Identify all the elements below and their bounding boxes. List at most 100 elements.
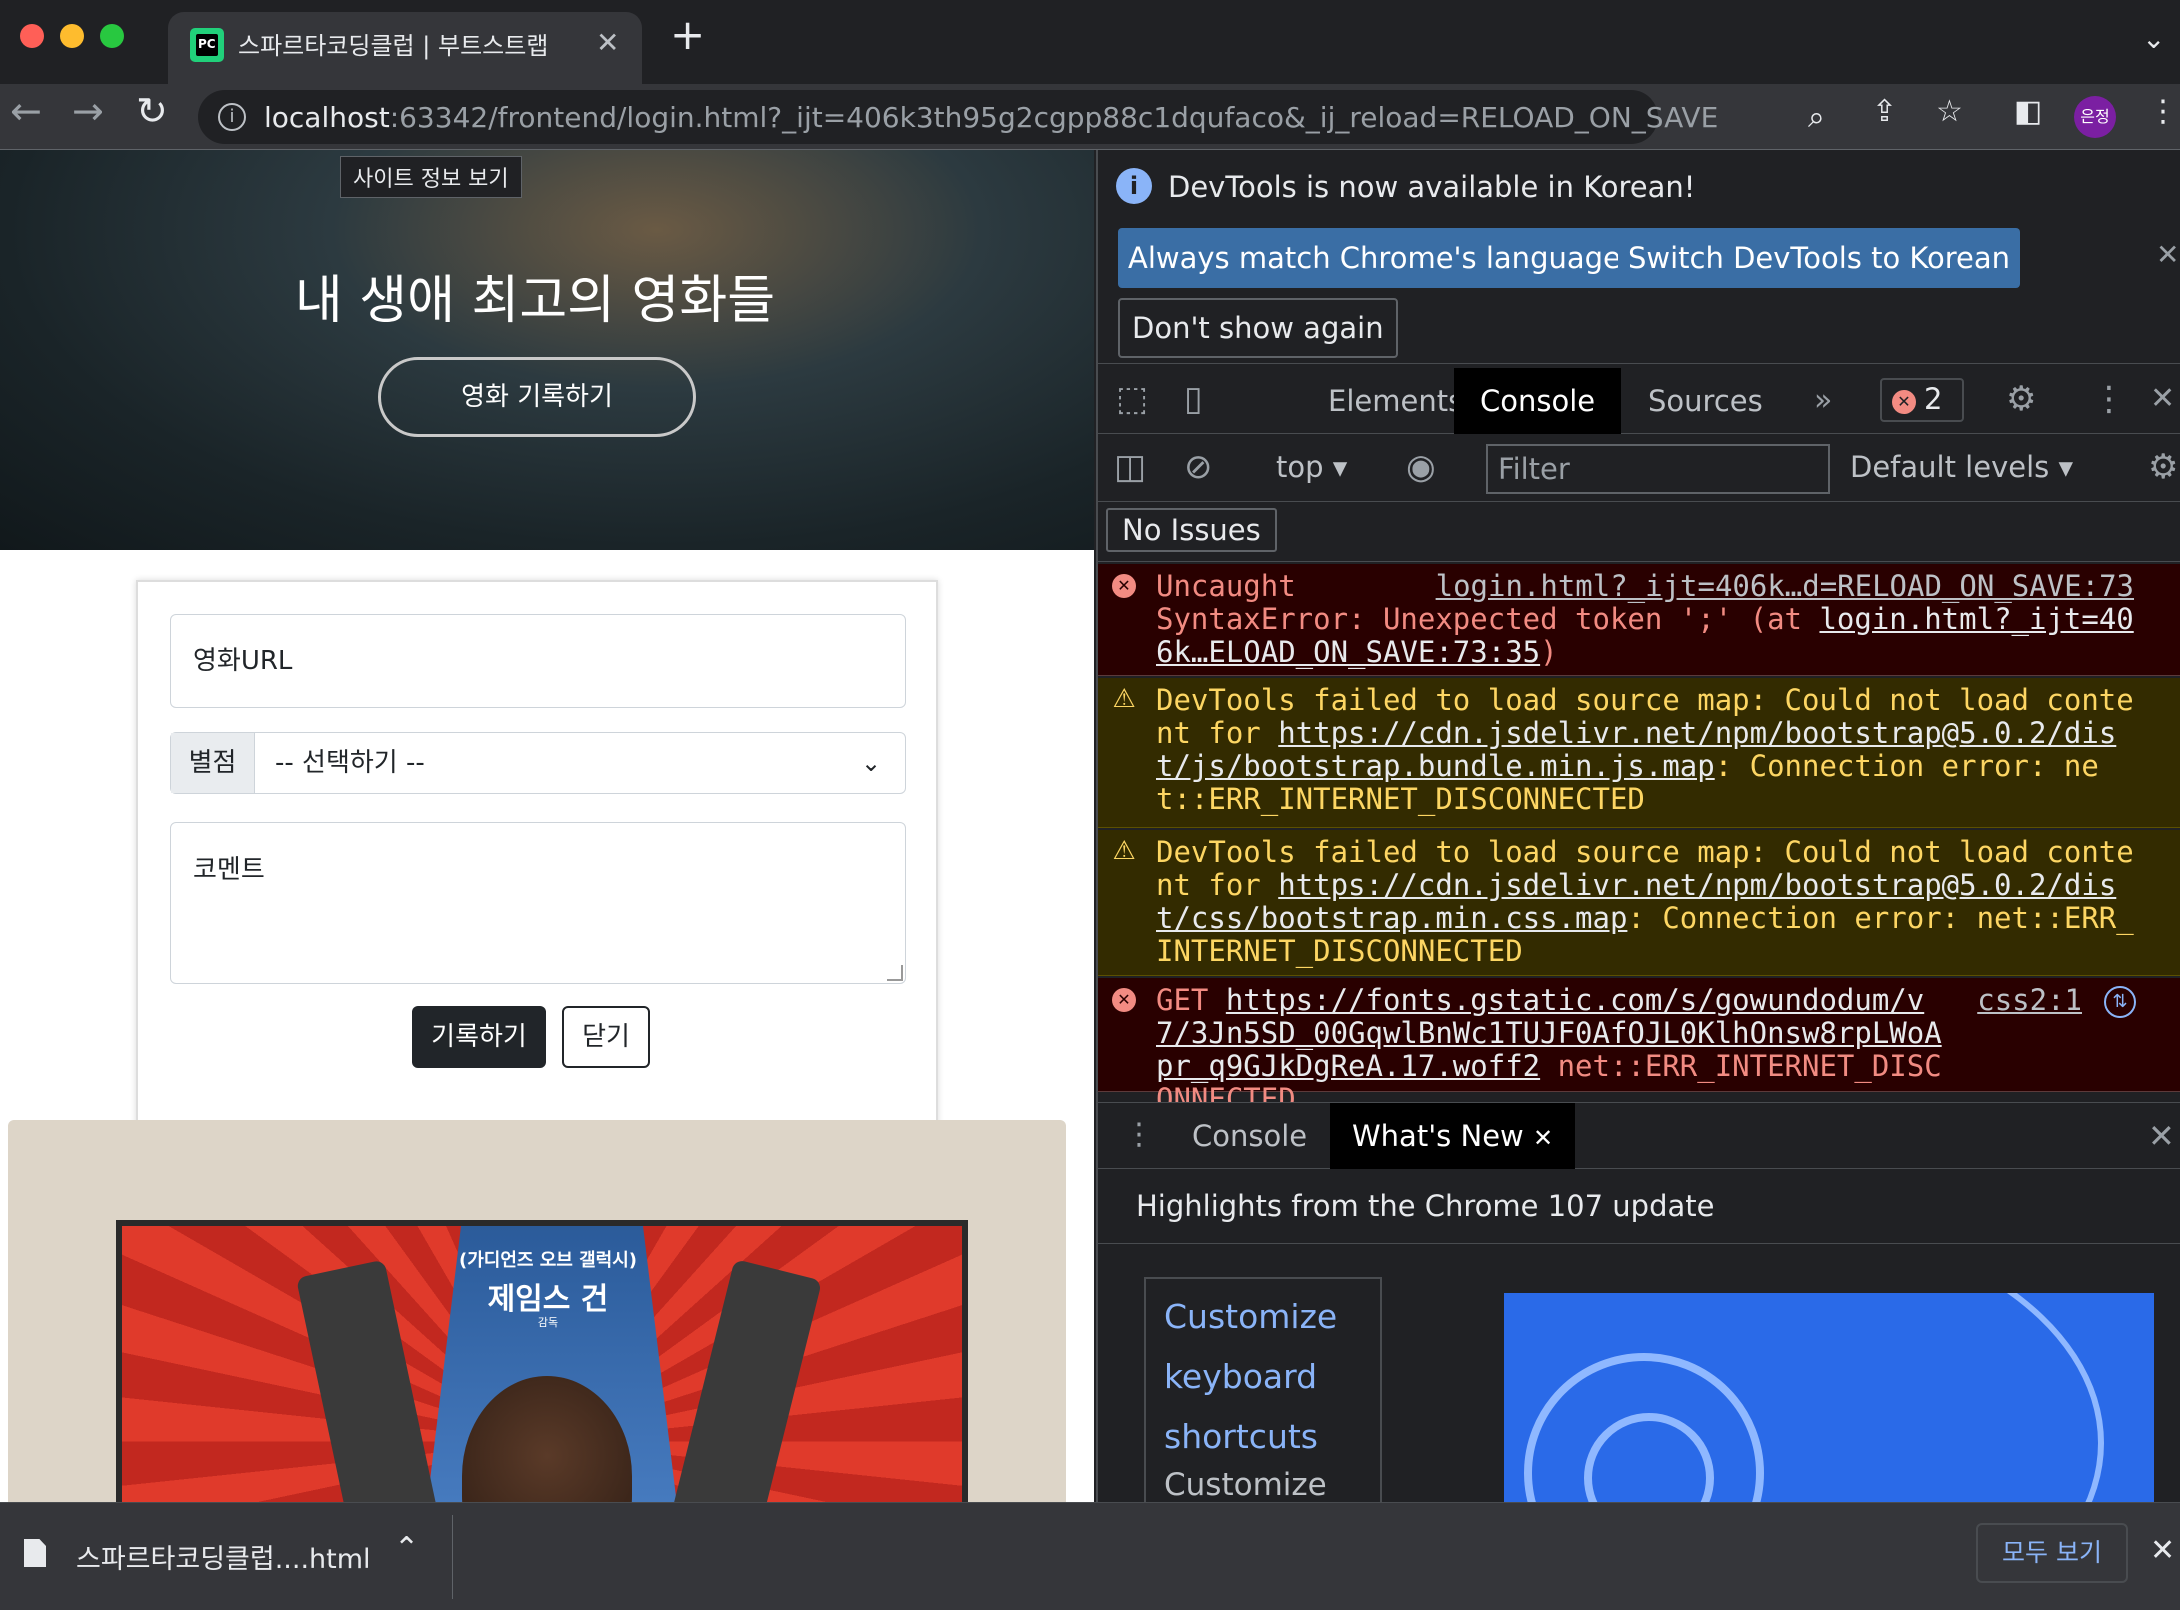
no-issues-button[interactable]: No Issues <box>1106 508 1277 552</box>
always-match-language-button[interactable]: Always match Chrome's language <box>1118 228 1631 288</box>
console-settings-gear-icon[interactable]: ⚙ <box>2148 450 2178 484</box>
movie-url-input[interactable]: 영화URL <box>170 614 906 708</box>
devtools-close-icon[interactable]: ✕ <box>2150 384 2175 414</box>
bookmark-star-icon[interactable]: ☆ <box>1936 94 1963 129</box>
context-label: top <box>1276 450 1324 484</box>
profile-avatar[interactable]: 은정 <box>2074 96 2116 138</box>
new-tab-button[interactable]: + <box>670 14 705 56</box>
whats-new-link[interactable]: keyboard <box>1164 1347 1362 1407</box>
page-viewport: 내 생애 최고의 영화들 영화 기록하기 영화URL 별점 -- 선택하기 --… <box>0 150 1094 1502</box>
dont-show-again-button[interactable]: Don't show again <box>1118 298 1398 358</box>
tab-search-chevron-icon[interactable]: ⌄ <box>2142 22 2165 55</box>
poster-artwork: (가디언즈 오브 갤럭시) 제임스 건 감독 <box>116 1220 968 1502</box>
whats-new-heading: Highlights from the Chrome 107 update <box>1136 1189 1715 1223</box>
drawer-menu-icon[interactable]: ⋮ <box>1124 1117 1154 1152</box>
url-host: localhost <box>264 101 390 134</box>
browser-tab-active[interactable]: PC 스파르타코딩클럽 | 부트스트랩 연습하기 ✕ <box>168 12 642 84</box>
device-toolbar-icon[interactable]: ▯ <box>1184 382 1203 416</box>
console-filter-input[interactable]: Filter <box>1486 444 1830 494</box>
download-shelf: 스파르타코딩클럽....html ⌃ 모두 보기 ✕ <box>0 1502 2180 1610</box>
clear-console-icon[interactable]: ⊘ <box>1184 450 1213 484</box>
download-file-name[interactable]: 스파르타코딩클럽....html <box>76 1537 371 1576</box>
console-message-error[interactable]: ✕ css2:1 ⇅ GET https://fonts.gstatic.com… <box>1098 978 2180 1116</box>
poster-subtitle: (가디언즈 오브 갤럭시) <box>458 1250 638 1271</box>
chrome-menu-icon[interactable]: ⋮ <box>2148 94 2178 129</box>
devtools-panel: i DevTools is now available in Korean! A… <box>1096 150 2180 1539</box>
tab-strip: PC 스파르타코딩클럽 | 부트스트랩 연습하기 ✕ + ⌄ <box>0 0 2180 84</box>
console-toolbar: ◫ ⊘ top ▾ ◉ Filter Default levels ▾ ⚙ <box>1098 436 2180 502</box>
whats-new-list: Customize keyboard shortcuts Customize k… <box>1144 1277 1382 1539</box>
chevron-up-icon[interactable]: ⌃ <box>394 1531 419 1566</box>
rating-select-group[interactable]: 별점 -- 선택하기 -- ⌄ <box>170 732 906 794</box>
comment-textarea[interactable]: 코멘트 <box>170 822 906 984</box>
message-text: GET https://fonts.gstatic.com/s/gowundod… <box>1156 984 1942 1116</box>
drawer-close-icon[interactable]: ✕ <box>2148 1117 2175 1155</box>
poster-title: 제임스 건 <box>487 1282 609 1317</box>
tab-console[interactable]: Console <box>1454 368 1622 434</box>
levels-label: Default levels <box>1850 450 2050 484</box>
live-expression-eye-icon[interactable]: ◉ <box>1406 450 1436 484</box>
console-message-error[interactable]: ✕ login.html?_ijt=406k…d=RELOAD_ON_SAVE:… <box>1098 564 2180 676</box>
hero-banner: 내 생애 최고의 영화들 영화 기록하기 <box>0 150 1094 550</box>
context-select[interactable]: top ▾ <box>1276 450 1347 484</box>
devtools-menu-icon[interactable]: ⋮ <box>2092 382 2126 416</box>
close-icon[interactable]: ✕ <box>1533 1124 1553 1152</box>
log-levels-select[interactable]: Default levels ▾ <box>1850 450 2073 484</box>
zoom-icon[interactable]: ⌕ <box>1808 100 1825 135</box>
tab-close-icon[interactable]: ✕ <box>596 26 619 59</box>
network-request-icon[interactable]: ⇅ <box>2104 986 2136 1018</box>
whats-new-link[interactable]: Customize <box>1164 1287 1362 1347</box>
window-close-button[interactable] <box>20 24 44 48</box>
info-icon: i <box>1116 168 1152 204</box>
switch-to-korean-button[interactable]: Switch DevTools to Korean <box>1618 228 2021 288</box>
resize-handle-icon[interactable] <box>887 965 903 981</box>
poster-credit: 감독 <box>537 1316 559 1329</box>
download-shelf-close-icon[interactable]: ✕ <box>2150 1533 2175 1568</box>
record-movie-button[interactable]: 영화 기록하기 <box>378 357 696 437</box>
whats-new-link[interactable]: shortcuts <box>1164 1407 1362 1467</box>
rating-label: 별점 <box>171 733 255 793</box>
error-icon: ✕ <box>1112 574 1136 598</box>
devtools-drawer: ⋮ Console What's New ✕ ✕ Highlights from… <box>1098 1102 2180 1539</box>
hero-title: 내 생애 최고의 영화들 <box>294 271 776 331</box>
rating-select[interactable]: -- 선택하기 -- <box>275 733 425 793</box>
window-minimize-button[interactable] <box>60 24 84 48</box>
language-infobar: i DevTools is now available in Korean! A… <box>1098 150 2180 364</box>
comment-placeholder: 코멘트 <box>193 855 265 885</box>
share-icon[interactable]: ⇪ <box>1872 94 1897 129</box>
more-tabs-icon[interactable]: » <box>1814 386 1832 416</box>
movie-poster-image: (가디언즈 오브 갤럭시) 제임스 건 감독 <box>8 1120 1066 1502</box>
console-message-warning[interactable]: ⚠ DevTools failed to load source map: Co… <box>1098 830 2180 976</box>
close-button[interactable]: 닫기 <box>562 1006 650 1068</box>
drawer-tab-console[interactable]: Console <box>1170 1103 1329 1169</box>
chevron-down-icon: ⌄ <box>861 749 882 777</box>
sidebar-toggle-icon[interactable]: ◫ <box>1114 450 1146 484</box>
window-zoom-button[interactable] <box>100 24 124 48</box>
whats-new-illustration <box>1504 1293 2154 1533</box>
message-text: DevTools failed to load source map: Coul… <box>1156 836 2142 968</box>
inspect-element-icon[interactable]: ⬚ <box>1116 382 1148 416</box>
back-button[interactable]: ← <box>10 92 42 130</box>
drawer-divider <box>1098 1243 2180 1244</box>
save-button[interactable]: 기록하기 <box>412 1006 546 1068</box>
message-source-link[interactable]: login.html?_ijt=406k…d=RELOAD_ON_SAVE:73 <box>1436 570 2134 603</box>
infobar-close-icon[interactable]: ✕ <box>2156 238 2179 271</box>
reload-button[interactable]: ↻ <box>136 92 168 130</box>
drawer-tab-whats-new[interactable]: What's New ✕ <box>1330 1103 1576 1169</box>
message-source-link[interactable]: css2:1 <box>1977 984 2082 1017</box>
show-all-downloads-button[interactable]: 모두 보기 <box>1976 1523 2128 1583</box>
site-info-icon[interactable]: i <box>218 103 246 131</box>
warning-icon: ⚠ <box>1112 836 1136 866</box>
warning-icon: ⚠ <box>1112 684 1136 714</box>
settings-gear-icon[interactable]: ⚙ <box>2006 382 2036 416</box>
address-bar[interactable]: i localhost:63342/frontend/login.html?_i… <box>198 90 1825 144</box>
console-message-warning[interactable]: ⚠ DevTools failed to load source map: Co… <box>1098 678 2180 828</box>
side-panel-icon[interactable]: ◧ <box>2014 94 2042 129</box>
forward-button[interactable]: → <box>72 92 104 130</box>
error-counter-badge[interactable]: ✕ 2 <box>1880 378 1964 422</box>
url-text[interactable]: localhost:63342/frontend/login.html?_ijt… <box>264 101 1718 134</box>
browser-toolbar: ← → ↻ i localhost:63342/frontend/login.h… <box>0 84 2180 198</box>
tab-sources[interactable]: Sources <box>1622 368 1789 434</box>
drawer-tab-label: What's New <box>1352 1119 1524 1153</box>
devtools-tabbar: ⬚ ▯ Elements Console Sources » ✕ 2 ⚙ ⋮ ✕ <box>1098 368 2180 434</box>
